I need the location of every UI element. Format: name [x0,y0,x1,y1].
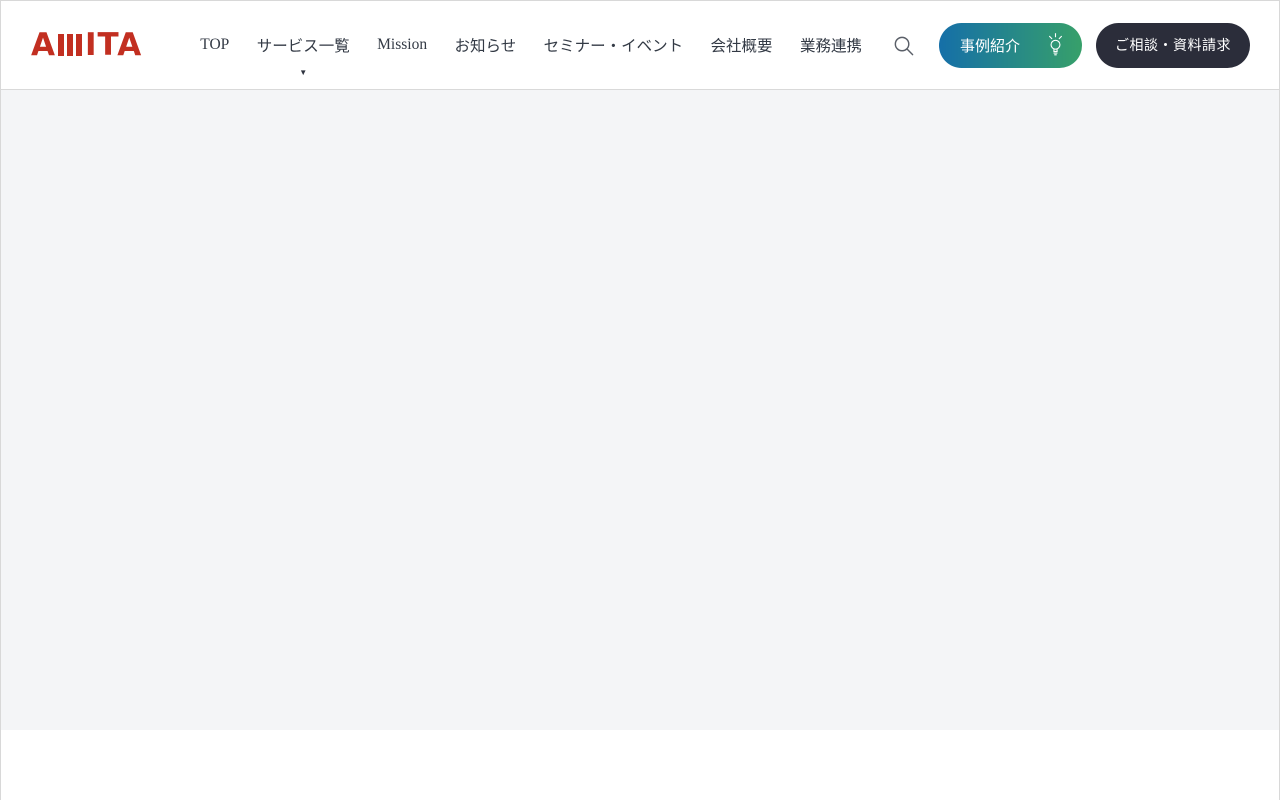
contact-request-label: ご相談・資料請求 [1115,39,1231,54]
contact-request-button[interactable]: ご相談・資料請求 [1096,22,1250,68]
nav-item-company[interactable]: 会社概要 [711,1,773,89]
nav-list: TOP サービス一覧 ▼ Mission お知らせ セミナー・イベント 会社概要… [200,1,862,89]
site-header: A ITA TOP サービス一覧 ▼ Mission お知らせ セミナー・イベン… [1,1,1279,90]
chevron-down-icon: ▼ [299,68,308,77]
nav-item-top[interactable]: TOP [200,1,229,89]
search-button[interactable] [890,32,916,58]
page: A ITA TOP サービス一覧 ▼ Mission お知らせ セミナー・イベン… [0,0,1280,800]
logo-m-bars [58,34,82,56]
search-icon [894,36,913,55]
nav-item-mission[interactable]: Mission [377,1,427,89]
main-nav: TOP サービス一覧 ▼ Mission お知らせ セミナー・イベント 会社概要… [200,1,862,89]
logo-letters-ita: ITA [85,26,143,63]
nav-item-news[interactable]: お知らせ [454,1,516,89]
nav-item-seminar-events[interactable]: セミナー・イベント [544,1,684,89]
nav-item-partnership[interactable]: 業務連携 [800,1,862,89]
case-studies-label: 事例紹介 [960,38,1021,55]
bottom-strip [1,730,1279,799]
logo-letter-a: A [31,26,56,63]
page-content [1,90,1279,730]
lightbulb-icon [1049,32,1062,55]
case-studies-button[interactable]: 事例紹介 [939,22,1082,68]
cta-group: 事例紹介 ご相談・資料請求 [939,22,1250,68]
nav-item-services-label: サービス一覧 [256,38,350,55]
amita-logo[interactable]: A ITA [31,26,143,63]
nav-item-services[interactable]: サービス一覧 ▼ [257,1,350,89]
